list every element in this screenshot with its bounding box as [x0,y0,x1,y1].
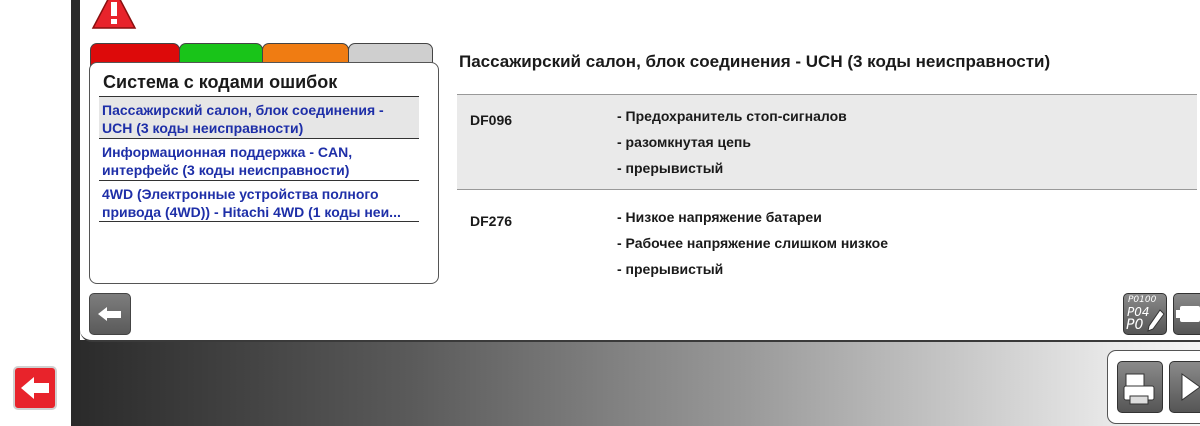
print-button[interactable] [1117,361,1163,413]
play-next-icon [1181,373,1200,401]
exit-arrow-icon [21,377,49,399]
system-item-uch[interactable]: Пассажирский салон, блок соединения - UC… [99,96,419,138]
fault-row[interactable]: DF276 - Низкое напряжение батареи - Рабо… [457,196,1197,290]
code-line: P0100 [1128,295,1157,305]
fault-description: - Низкое напряжение батареи [617,209,822,225]
system-item-line: Информационная поддержка - CAN, [102,144,353,160]
fault-codes-button[interactable]: P0100 P04 P0 [1123,293,1167,335]
pen-icon [1147,309,1165,332]
warning-triangle-icon [91,0,137,29]
engine-button[interactable] [1173,293,1200,335]
engine-icon [1176,306,1200,322]
code-line: P0 [1126,317,1144,333]
left-rail [0,0,80,426]
system-item-can[interactable]: Информационная поддержка - CAN, интерфей… [99,138,419,180]
fault-code: DF096 [470,112,513,128]
detail-title: Пассажирский салон, блок соединения - UC… [459,52,1051,71]
fault-descriptions: - Предохранитель стоп-сигналов - разомкн… [617,108,847,186]
systems-list: Пассажирский салон, блок соединения - UC… [99,96,419,222]
system-item-line: 4WD (Электронные устройства полного [102,186,379,202]
fault-description: - Предохранитель стоп-сигналов [617,108,847,124]
fault-description: - разомкнутая цепь [617,134,751,150]
next-button[interactable] [1169,361,1200,413]
fault-descriptions: - Низкое напряжение батареи - Рабочее на… [617,209,888,287]
fault-code: DF276 [470,213,513,229]
back-button[interactable] [89,293,131,335]
fault-description: - Рабочее напряжение слишком низкое [617,235,889,251]
bottom-bar [71,340,1200,426]
system-item-line: интерфейс (3 коды неисправности) [102,162,350,178]
fault-systems-panel: Система с кодами ошибок Пассажирский сал… [89,62,439,284]
system-item-4wd[interactable]: 4WD (Электронные устройства полного прив… [99,180,419,222]
system-item-line: Пассажирский салон, блок соединения - [102,102,384,118]
fault-row[interactable]: DF096 - Предохранитель стоп-сигналов - р… [457,94,1197,190]
fault-description: - прерывистый [617,261,724,277]
systems-panel-title: Система с кодами ошибок [103,72,338,92]
exit-button[interactable] [13,366,57,410]
fault-description: - прерывистый [617,160,724,176]
system-item-line: UCH (3 коды неисправности) [102,120,304,136]
system-item-line: привода (4WD)) - Hitachi 4WD (1 коды неи… [102,204,401,220]
printer-icon [1123,373,1155,405]
back-arrow-icon [98,307,121,321]
